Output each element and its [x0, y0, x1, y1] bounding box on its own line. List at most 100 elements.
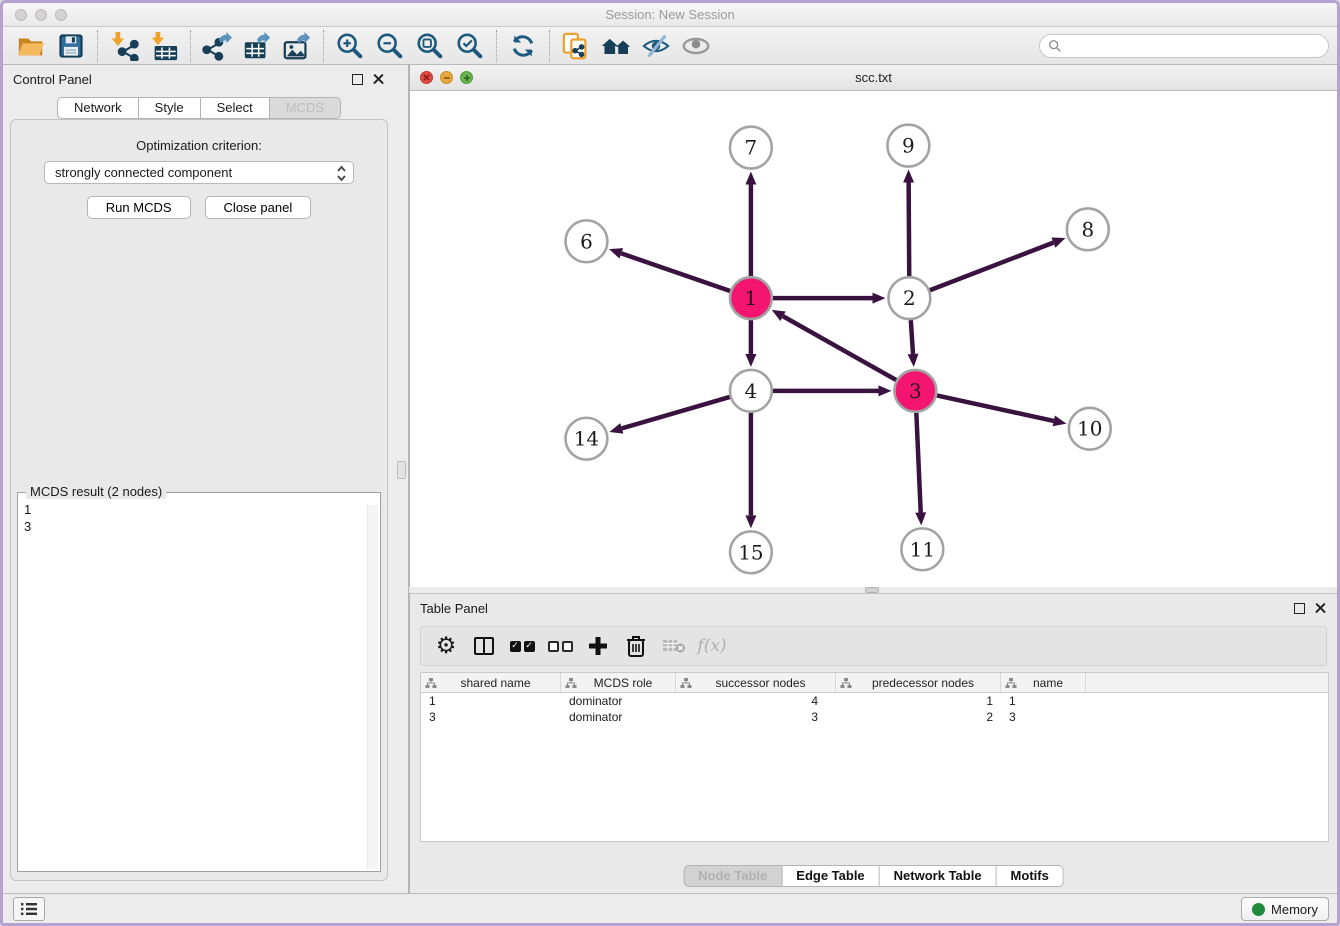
- graph-node-7[interactable]: 7: [730, 127, 772, 169]
- zoom-in-button[interactable]: [330, 29, 370, 63]
- import-network-icon: [109, 31, 139, 61]
- graph-node-8[interactable]: 8: [1067, 208, 1109, 250]
- tab-motifs[interactable]: Motifs: [997, 865, 1064, 887]
- import-network-button[interactable]: [104, 29, 144, 63]
- graph-node-1[interactable]: 1: [730, 277, 772, 319]
- open-folder-icon: [16, 31, 46, 61]
- show-annotations-button[interactable]: [676, 29, 716, 63]
- close-panel-button[interactable]: Close panel: [205, 196, 312, 219]
- column-header-mcds-role[interactable]: MCDS role: [561, 673, 676, 692]
- export-image-button[interactable]: [277, 29, 317, 63]
- apply-layout-button[interactable]: [503, 29, 543, 63]
- graph-edge-1-7[interactable]: [745, 172, 756, 277]
- task-history-button[interactable]: [13, 897, 45, 921]
- column-header-successor-nodes[interactable]: successor nodes: [676, 673, 836, 692]
- select-all-rows-button[interactable]: ✓✓: [505, 630, 539, 662]
- float-panel-icon[interactable]: [1294, 603, 1305, 614]
- graph-node-11[interactable]: 11: [901, 528, 943, 570]
- graph-edge-3-10[interactable]: [937, 395, 1067, 426]
- zoom-selected-button[interactable]: [450, 29, 490, 63]
- graph-edge-1-2[interactable]: [773, 293, 886, 304]
- column-header-shared-name[interactable]: shared name: [421, 673, 561, 692]
- clone-network-button[interactable]: [556, 29, 596, 63]
- search-input[interactable]: [1062, 38, 1320, 54]
- tab-mcds[interactable]: MCDS: [270, 97, 341, 119]
- function-builder-button[interactable]: f(x): [695, 630, 729, 662]
- network-graph[interactable]: 7 9 6 8 1 2 4 3 14 10 15 11: [410, 91, 1337, 587]
- tab-network-table[interactable]: Network Table: [880, 865, 997, 887]
- tab-edge-table[interactable]: Edge Table: [782, 865, 879, 887]
- search-box[interactable]: [1039, 34, 1329, 58]
- result-scrollbar[interactable]: [367, 505, 378, 869]
- window-controls: [15, 9, 67, 21]
- minimize-window-button[interactable]: [35, 9, 47, 21]
- graph-edge-2-9[interactable]: [903, 170, 914, 277]
- eye-slash-icon: [641, 31, 671, 61]
- delete-table-button[interactable]: [657, 630, 691, 662]
- tab-node-table[interactable]: Node Table: [683, 865, 782, 887]
- export-network-button[interactable]: [197, 29, 237, 63]
- control-panel-tabs: NetworkStyleSelectMCDS: [3, 97, 395, 119]
- zoom-in-icon: [335, 31, 365, 61]
- graph-edge-1-4[interactable]: [745, 320, 756, 367]
- network-minimize-button[interactable]: [440, 71, 453, 84]
- add-column-button[interactable]: [581, 630, 615, 662]
- tab-select[interactable]: Select: [201, 97, 270, 119]
- graph-node-10[interactable]: 10: [1069, 408, 1111, 450]
- graph-edge-4-3[interactable]: [773, 385, 892, 396]
- tab-style[interactable]: Style: [139, 97, 201, 119]
- open-session-button[interactable]: [11, 29, 51, 63]
- graph-edge-4-14[interactable]: [609, 397, 729, 434]
- svg-text:2: 2: [903, 287, 916, 310]
- show-columns-button[interactable]: [467, 630, 501, 662]
- table-row[interactable]: 1dominator411: [421, 693, 1328, 709]
- memory-status-icon: [1252, 903, 1265, 916]
- float-panel-icon[interactable]: [352, 74, 363, 85]
- vertical-splitter[interactable]: [395, 65, 409, 893]
- graph-edge-3-11[interactable]: [915, 413, 926, 526]
- sort-hierarchy-icon: [680, 677, 692, 689]
- close-panel-icon[interactable]: [1315, 602, 1327, 614]
- graph-edge-4-15[interactable]: [745, 413, 756, 529]
- column-header-name[interactable]: name: [1001, 673, 1086, 692]
- graph-node-3[interactable]: 3: [894, 370, 936, 412]
- save-session-button[interactable]: [51, 29, 91, 63]
- home-views-button[interactable]: [596, 29, 636, 63]
- close-panel-icon[interactable]: [373, 73, 385, 85]
- graph-edge-2-3[interactable]: [908, 320, 919, 367]
- hide-annotations-button[interactable]: [636, 29, 676, 63]
- cell-successor-nodes: 4: [676, 694, 836, 708]
- close-window-button[interactable]: [15, 9, 27, 21]
- zoom-window-button[interactable]: [55, 9, 67, 21]
- gear-icon: ⚙: [436, 635, 457, 658]
- graph-edge-2-8[interactable]: [930, 238, 1066, 291]
- zoom-fit-button[interactable]: [410, 29, 450, 63]
- graph-node-14[interactable]: 14: [565, 418, 607, 460]
- import-table-button[interactable]: [144, 29, 184, 63]
- node-table[interactable]: shared nameMCDS rolesuccessor nodesprede…: [420, 672, 1329, 842]
- graph-node-4[interactable]: 4: [730, 370, 772, 412]
- table-row[interactable]: 3dominator323: [421, 709, 1328, 725]
- delete-column-button[interactable]: [619, 630, 653, 662]
- graph-node-6[interactable]: 6: [565, 220, 607, 262]
- export-table-button[interactable]: [237, 29, 277, 63]
- network-maximize-button[interactable]: [460, 71, 473, 84]
- criterion-select[interactable]: strongly connected component: [44, 161, 354, 184]
- zoom-out-button[interactable]: [370, 29, 410, 63]
- deselect-all-rows-button[interactable]: [543, 630, 577, 662]
- column-header-predecessor-nodes[interactable]: predecessor nodes: [836, 673, 1001, 692]
- network-close-button[interactable]: [420, 71, 433, 84]
- graph-node-15[interactable]: 15: [730, 531, 772, 573]
- graph-edge-3-1[interactable]: [772, 310, 897, 380]
- tab-network[interactable]: Network: [57, 97, 139, 119]
- graph-node-9[interactable]: 9: [887, 125, 929, 167]
- table-settings-button[interactable]: ⚙: [429, 630, 463, 662]
- network-canvas[interactable]: 7 9 6 8 1 2 4 3 14 10 15 11: [410, 91, 1337, 587]
- mcds-result-text[interactable]: 1 3: [18, 495, 366, 871]
- run-mcds-button[interactable]: Run MCDS: [87, 196, 191, 219]
- graph-edge-1-6[interactable]: [609, 248, 730, 291]
- svg-text:14: 14: [574, 428, 599, 451]
- memory-button[interactable]: Memory: [1241, 897, 1329, 921]
- splitter-handle[interactable]: [397, 461, 406, 479]
- graph-node-2[interactable]: 2: [888, 277, 930, 319]
